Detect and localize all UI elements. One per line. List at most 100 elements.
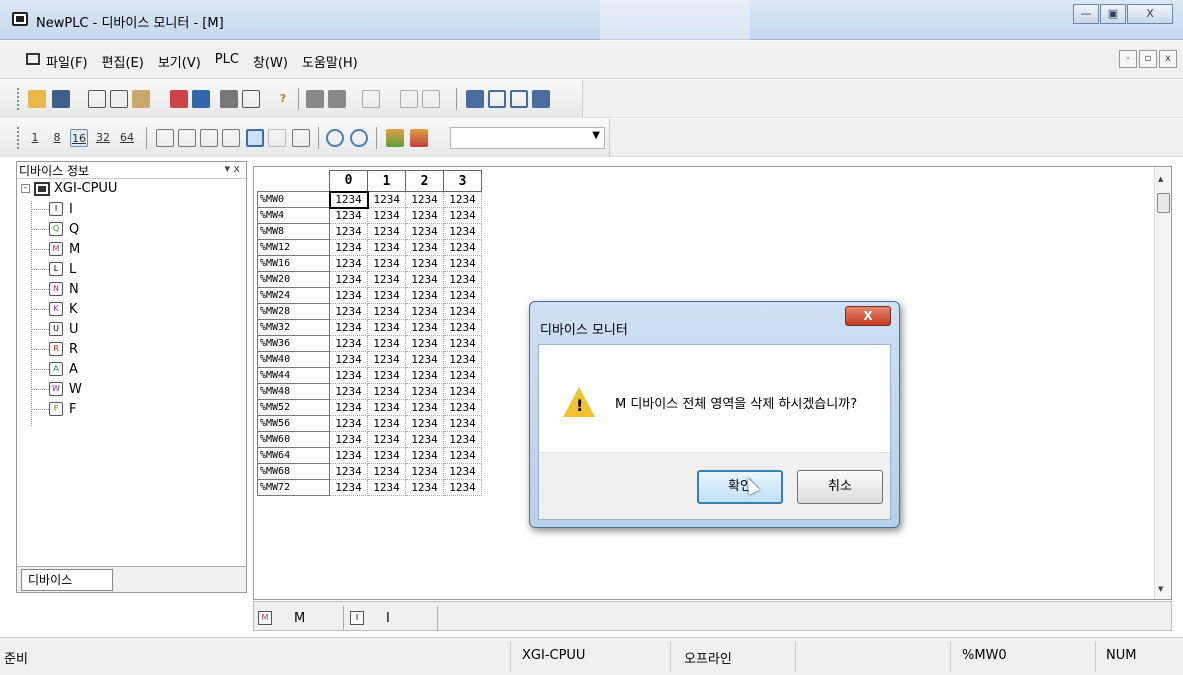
zoom-out-icon[interactable]: [350, 129, 368, 147]
ok-button[interactable]: 확인: [697, 470, 783, 504]
arrange-icon[interactable]: [532, 90, 550, 108]
value-cell[interactable]: 1234: [443, 287, 482, 304]
tree-item-k[interactable]: KK: [31, 299, 78, 319]
menu-file[interactable]: 파일(F): [46, 52, 88, 71]
menu-window[interactable]: 창(W): [253, 52, 288, 71]
value-cell[interactable]: 1234: [405, 479, 444, 496]
value-cell[interactable]: 1234: [443, 431, 482, 448]
value-cell[interactable]: 1234: [328, 190, 369, 209]
value-cell[interactable]: 1234: [405, 415, 444, 432]
value-cell[interactable]: 1234: [367, 447, 406, 464]
monitor-icon[interactable]: [328, 90, 346, 108]
value-cell[interactable]: 1234: [329, 287, 368, 304]
value-cell[interactable]: 1234: [405, 255, 444, 272]
value-cell[interactable]: 1234: [443, 191, 482, 208]
tree-item-w[interactable]: WW: [31, 379, 82, 399]
value-cell[interactable]: 1234: [329, 335, 368, 352]
value-cell[interactable]: 1234: [405, 447, 444, 464]
tab-m[interactable]: M M: [258, 606, 344, 630]
cancel-button[interactable]: 취소: [797, 470, 883, 504]
menu-edit[interactable]: 편집(E): [102, 52, 144, 71]
tree-item-i[interactable]: II: [31, 199, 73, 219]
value-cell[interactable]: 1234: [405, 223, 444, 240]
value-cell[interactable]: 1234: [367, 255, 406, 272]
column-header[interactable]: 0: [329, 170, 368, 192]
value-cell[interactable]: 1234: [329, 255, 368, 272]
value-cell[interactable]: 1234: [443, 479, 482, 496]
tree-item-a[interactable]: AA: [31, 359, 78, 379]
value-cell[interactable]: 1234: [367, 335, 406, 352]
tree-item-n[interactable]: NN: [31, 279, 79, 299]
device-icon[interactable]: [362, 90, 380, 108]
tree-item-r[interactable]: RR: [31, 339, 78, 359]
value-cell[interactable]: 1234: [367, 191, 406, 208]
bit-1-button[interactable]: 1: [26, 129, 44, 147]
value-cell[interactable]: 1234: [443, 255, 482, 272]
text-format-icon[interactable]: [292, 129, 310, 147]
value-cell[interactable]: 1234: [405, 207, 444, 224]
panel-pin-close-icon[interactable]: ▾ x: [224, 162, 240, 175]
value-cell[interactable]: 1234: [443, 303, 482, 320]
tree-item-q[interactable]: QQ: [31, 219, 79, 239]
bit-8-button[interactable]: 8: [48, 129, 66, 147]
save-icon[interactable]: [52, 90, 70, 108]
dialog-close-button[interactable]: X: [845, 306, 891, 326]
value-cell[interactable]: 1234: [367, 351, 406, 368]
tree-item-u[interactable]: UU: [31, 319, 79, 339]
menu-plc[interactable]: PLC: [215, 52, 239, 71]
value-cell[interactable]: 1234: [443, 319, 482, 336]
tree-root[interactable]: - XGI-CPUU: [21, 181, 117, 196]
mdi-restore-button[interactable]: ▫: [1139, 50, 1157, 68]
value-cell[interactable]: 1234: [367, 399, 406, 416]
value-cell[interactable]: 1234: [405, 191, 444, 208]
paste-icon[interactable]: [132, 90, 150, 108]
value-cell[interactable]: 1234: [443, 223, 482, 240]
print-preview-icon[interactable]: [242, 90, 260, 108]
value-cell[interactable]: 1234: [405, 399, 444, 416]
value-cell[interactable]: 1234: [443, 399, 482, 416]
value-cell[interactable]: 1234: [367, 287, 406, 304]
value-cell[interactable]: 1234: [405, 367, 444, 384]
chevron-down-icon[interactable]: ▼: [592, 130, 600, 141]
value-cell[interactable]: 1234: [367, 271, 406, 288]
tab-device[interactable]: 디바이스: [21, 569, 113, 591]
tab-i[interactable]: I I: [348, 606, 438, 630]
value-cell[interactable]: 1234: [405, 303, 444, 320]
value-cell[interactable]: 1234: [443, 383, 482, 400]
read-icon[interactable]: [422, 90, 440, 108]
value-cell[interactable]: 1234: [329, 223, 368, 240]
tree-item-l[interactable]: LL: [31, 259, 76, 279]
menu-view[interactable]: 보기(V): [158, 52, 201, 71]
value-cell[interactable]: 1234: [329, 367, 368, 384]
value-cell[interactable]: 1234: [443, 367, 482, 384]
value-cell[interactable]: 1234: [443, 271, 482, 288]
value-cell[interactable]: 1234: [367, 479, 406, 496]
value-cell[interactable]: 1234: [367, 319, 406, 336]
value-cell[interactable]: 1234: [329, 239, 368, 256]
value-cell[interactable]: 1234: [329, 447, 368, 464]
value-cell[interactable]: 1234: [405, 431, 444, 448]
help-icon[interactable]: ?: [274, 90, 292, 108]
value-cell[interactable]: 1234: [405, 271, 444, 288]
value-cell[interactable]: 1234: [443, 463, 482, 480]
value-cell[interactable]: 1234: [443, 351, 482, 368]
value-cell[interactable]: 1234: [367, 431, 406, 448]
add-device-icon[interactable]: [386, 129, 404, 147]
bit-64-button[interactable]: 64: [118, 129, 136, 147]
tile-vertical-icon[interactable]: [510, 90, 528, 108]
value-cell[interactable]: 1234: [329, 463, 368, 480]
scroll-up-icon[interactable]: ▲: [1158, 175, 1163, 183]
scroll-thumb[interactable]: [1157, 193, 1170, 213]
value-cell[interactable]: 1234: [329, 351, 368, 368]
tile-horizontal-icon[interactable]: [488, 90, 506, 108]
menu-help[interactable]: 도움말(H): [302, 52, 358, 71]
value-cell[interactable]: 1234: [329, 383, 368, 400]
value-cell[interactable]: 1234: [443, 415, 482, 432]
hex-format-icon[interactable]: [246, 129, 264, 147]
bit-16-button[interactable]: 16: [70, 129, 88, 147]
value-cell[interactable]: 1234: [367, 415, 406, 432]
toolbar-grip[interactable]: [17, 88, 20, 110]
close-window-button[interactable]: X: [1127, 4, 1173, 24]
cut-icon[interactable]: [88, 90, 106, 108]
value-cell[interactable]: 1234: [329, 303, 368, 320]
